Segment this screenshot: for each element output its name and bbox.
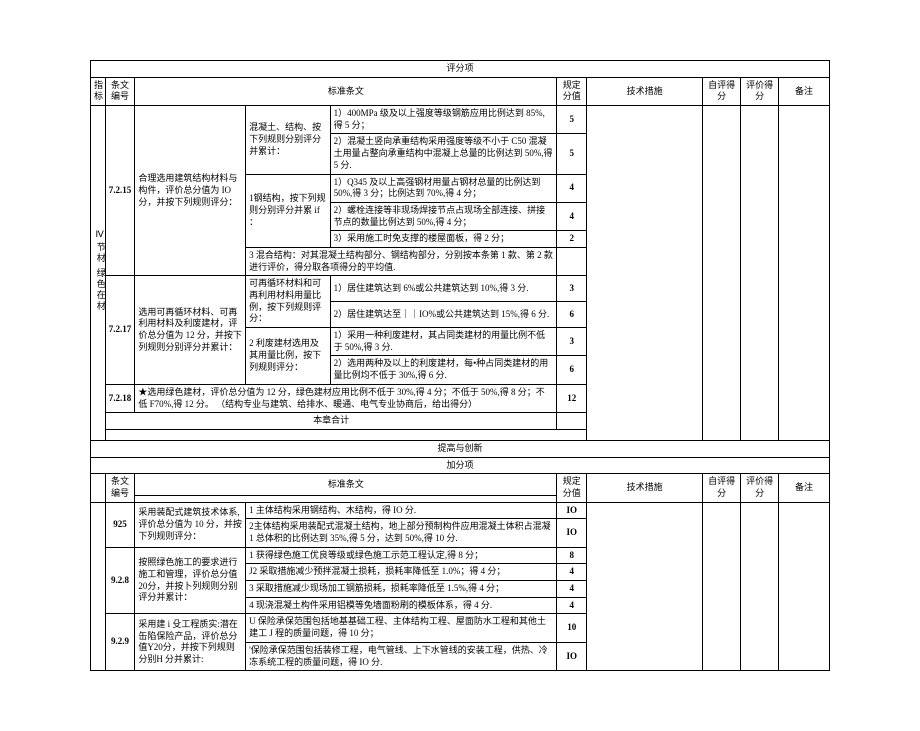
s2-col-spec-value: 规定分值	[557, 474, 587, 502]
section-header-scoring: 评分项	[91, 61, 830, 78]
clause-929-r1: U 保险承保范围包括地基基础工程、主体结构工程、屋面防水工程和其他土建工 J 程…	[246, 614, 557, 642]
col-eval-score: 评价得分	[741, 77, 779, 105]
side-category: Ⅳ节材绿色在材	[91, 106, 106, 441]
clause-7217-a2-value: 6	[557, 302, 587, 328]
s2-col-standard: 标准条文	[135, 474, 557, 496]
clause-7215-b2: 2）螺栓连接等非现场焊接节点占现场全部连接、拼接节点的数量比例达到 50%,得 …	[330, 202, 557, 230]
col-self-score: 自评得分	[703, 77, 741, 105]
clause-7215-c-value	[557, 247, 587, 275]
s2-lead	[91, 502, 106, 671]
s2-col-eval-score: 评价得分	[741, 474, 779, 502]
clause-7215-b3-value: 2	[557, 231, 587, 248]
s2-col-self-score: 自评得分	[703, 474, 741, 502]
self-cell-1	[703, 106, 741, 441]
clause-7217-a1-value: 3	[557, 276, 587, 302]
col-standard: 标准条文	[135, 77, 557, 105]
s2-eval	[741, 502, 779, 671]
clause-925-r1-value: IO	[557, 502, 587, 519]
clause-7215-b3: 3）采用施工时免支撑的楼屋面板，得 2 分；	[330, 231, 557, 248]
subtotal-label: 本章合计	[105, 413, 557, 430]
clause-928-desc: 按照绿色施工的要求进行施工和管理，评价总分值20分，并按卜列规则分别评分并累计：	[135, 547, 246, 614]
clause-7217-b2: 2）选用两种及以上的利废建材，每•种占同类建材的用量比例均不低于 30%,得 6…	[330, 356, 557, 384]
clause-928-r3: 3 采取措施减少现场加工钢筋损耗，损耗率降低至 1.5%,得 4 分；	[246, 581, 557, 598]
s2-remark	[779, 502, 830, 671]
clause-7215-c: 3 混合结构：对其混凝土结构部分、钢结构部分，分别按本条第 1 款、第 2 款进…	[246, 247, 557, 275]
clause-7215: 7.2.15	[105, 106, 135, 276]
clause-7215-a1-value: 5	[557, 106, 587, 134]
clause-7217-b1-value: 3	[557, 328, 587, 356]
clause-7218: 7.2.18	[105, 384, 135, 412]
clause-7215-b-head: 1钢结构，按下列规则分别评分并累 if ：	[246, 174, 330, 247]
clause-7215-b1: 1）Q345 及以上高强钢材用量占钢材总量的比例达到 50%,得 3 分；比例达…	[330, 174, 557, 202]
clause-929-desc: 采用建 i 殳工程质实:潜在缶陷保险产品，评价总分值Y20分，并按下列规则分别H…	[135, 614, 246, 671]
clause-925-desc: 采用装配式建筑技术体系, 评价总分值为 10 分，并按下列规则评分：	[135, 502, 246, 547]
s2-blank-lead	[91, 474, 106, 502]
scoring-table: 评分项 指标 条文编号 标准条文 规定分值 技术措施 自评得分 评价得分 备注 …	[90, 60, 830, 671]
s2-self	[703, 502, 741, 671]
clause-7217-a2: 2）居住建筑达至｜｜IO%或公共建筑达到 15%,得 6 分.	[330, 302, 557, 328]
clause-929-r2-value: IO	[557, 642, 587, 670]
col-clause-no: 条文编号	[105, 77, 135, 105]
clause-928-r3-value: 4	[557, 581, 587, 598]
col-tech-measure: 技术措施	[587, 77, 703, 105]
clause-929-r1-value: 10	[557, 614, 587, 642]
blank-row	[105, 429, 586, 440]
clause-7218-value: 12	[557, 384, 587, 412]
clause-928-r1: 1 获得绿色施工优良等级或绿色施工示范工程认定,得 8 分；	[246, 547, 557, 564]
clause-925-r2: 2主体结构采用装配式混凝土结构，地上部分预制构件应用混凝土体积占混凝 1 总体积…	[246, 519, 557, 547]
tech-cell-1	[587, 106, 703, 441]
clause-7217-a1: 1）居住建筑达到 6%或公共建筑达到 10%,得 3 分.	[330, 276, 557, 302]
clause-7218-text: ★选用绿色建材，评价总分值为 12 分，绿色建材应用比例不低于 30%,得 4 …	[135, 384, 557, 412]
clause-7215-b2-value: 4	[557, 202, 587, 230]
section-sub-bonus: 加分项	[91, 457, 830, 474]
s2-tech	[587, 502, 703, 671]
clause-928: 9.2.8	[105, 547, 135, 614]
col-spec-value: 规定分值	[557, 77, 587, 105]
subtotal-value	[557, 413, 587, 430]
col-indicator: 指标	[91, 77, 106, 105]
clause-925: 925	[105, 502, 135, 547]
clause-925-r2-value: IO	[557, 519, 587, 547]
clause-929-r2: '保险承保范围包括装修工程，电气管线、上下水管线的安装工程，供热、冷冻系统工程的…	[246, 642, 557, 670]
section-header-improve: 提高与创新	[91, 440, 830, 457]
s2-col-remark: 备注	[779, 474, 830, 502]
s2-col-clause-no: 条文编号	[105, 474, 135, 502]
clause-7217: 7.2.17	[105, 276, 135, 385]
clause-928-r2-value: 4	[557, 564, 587, 581]
clause-928-r1-value: 8	[557, 547, 587, 564]
clause-7215-a2: 2）混凝土竖向承重结构采用强度等级不小于 C50 混凝土用量占整向承重结构中混凝…	[330, 134, 557, 174]
clause-7215-b1-value: 4	[557, 174, 587, 202]
clause-928-r4: 4 现浇混凝土构件采用铝模等免墙面粉刷的模板体系，得 4 分.	[246, 597, 557, 614]
clause-7215-a2-value: 5	[557, 134, 587, 174]
clause-7217-a-head: 可再循环材料和可再利用材料用量比例，按下列规则评分：	[246, 276, 330, 328]
clause-7217-b1: 1）采用一种利废建材，其占同类建材的用量比例不低于 50%,得 3 分.	[330, 328, 557, 356]
clause-928-r4-value: 4	[557, 597, 587, 614]
clause-7215-a-head: 混凝土、结构、按下列规则分别评分并累计：	[246, 106, 330, 174]
clause-7217-b2-value: 6	[557, 356, 587, 384]
s2-col-tech-measure: 技术措施	[587, 474, 703, 502]
clause-7215-a1: 1）400MPa 级及以上强度等级钢筋应用比例达到 85%,得 5 分；	[330, 106, 557, 134]
clause-929: 9.2.9	[105, 614, 135, 671]
col-remark: 备注	[779, 77, 830, 105]
clause-7215-desc: 合理选用建筑结构材料与构件，评价总分值为 IO 分，并按下列规则评分：	[135, 106, 246, 276]
clause-7217-desc: 选用可再循环材料、可再利用材料及利废建材，评价总分值为 12 分，并按下列规则分…	[135, 276, 246, 385]
clause-928-r2: J2 采取措施减少预拌混凝土损耗，损耗率降低至 1.0%；得 4 分；	[246, 564, 557, 581]
eval-cell-1	[741, 106, 779, 441]
clause-925-r1: 1 主体结构采用钢结构、木结构，得 IO 分.	[246, 502, 557, 519]
remark-cell-1	[779, 106, 830, 441]
clause-7217-b-head: 2 利废建材选用及其用量比例，按下列规则评分：	[246, 328, 330, 385]
